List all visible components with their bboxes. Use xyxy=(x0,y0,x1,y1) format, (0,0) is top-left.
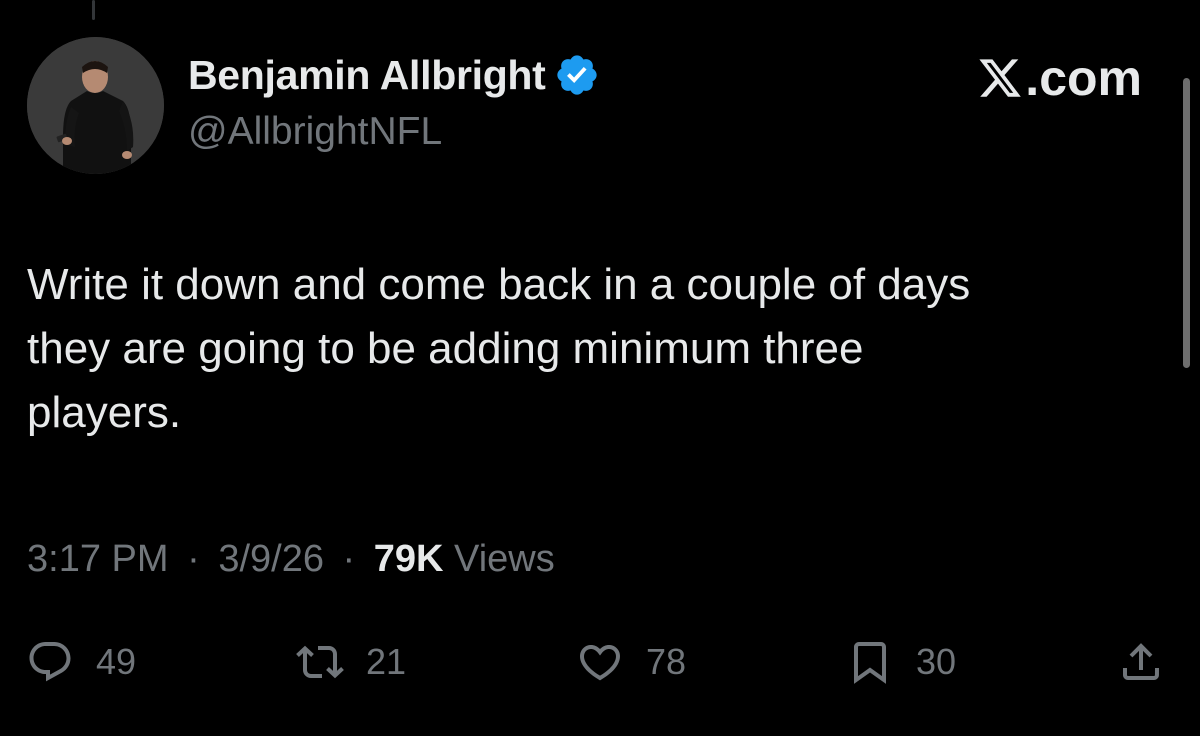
reply-button[interactable]: 49 xyxy=(26,632,136,692)
share-icon xyxy=(1117,638,1165,686)
action-bar: 49 21 78 30 xyxy=(0,632,1200,692)
tweet-metadata: 3:17 PM · 3/9/26 · 79K Views xyxy=(27,538,555,581)
brand-domain-label: .com xyxy=(1025,50,1142,106)
author-handle[interactable]: @AllbrightNFL xyxy=(188,110,442,154)
heart-icon xyxy=(576,638,624,686)
brand-watermark: .com xyxy=(977,50,1142,106)
verified-badge-icon[interactable] xyxy=(554,52,600,98)
bookmark-count: 30 xyxy=(916,641,957,682)
author-row: Benjamin Allbright xyxy=(188,50,600,100)
repost-icon xyxy=(296,638,344,686)
avatar-photo xyxy=(27,37,164,174)
x-logo-icon xyxy=(977,55,1023,101)
scrollbar[interactable] xyxy=(1183,78,1190,368)
tweet-date[interactable]: 3/9/26 xyxy=(218,538,324,580)
repost-button[interactable]: 21 xyxy=(296,632,406,692)
bookmark-icon xyxy=(846,638,894,686)
like-button[interactable]: 78 xyxy=(576,632,686,692)
meta-separator: · xyxy=(187,538,200,580)
repost-count: 21 xyxy=(366,641,407,682)
tweet-text: Write it down and come back in a couple … xyxy=(27,260,971,437)
share-button[interactable] xyxy=(1117,632,1165,692)
like-count: 78 xyxy=(646,641,687,682)
views-label: Views xyxy=(454,538,555,580)
avatar[interactable] xyxy=(27,37,164,174)
meta-separator: · xyxy=(342,538,356,580)
thread-connector-line xyxy=(92,0,95,20)
tweet-time[interactable]: 3:17 PM xyxy=(27,538,169,580)
views-count: 79K xyxy=(373,538,444,580)
author-name[interactable]: Benjamin Allbright xyxy=(188,52,546,99)
reply-count: 49 xyxy=(96,641,137,682)
reply-icon xyxy=(26,638,74,686)
bookmark-button[interactable]: 30 xyxy=(846,632,956,692)
